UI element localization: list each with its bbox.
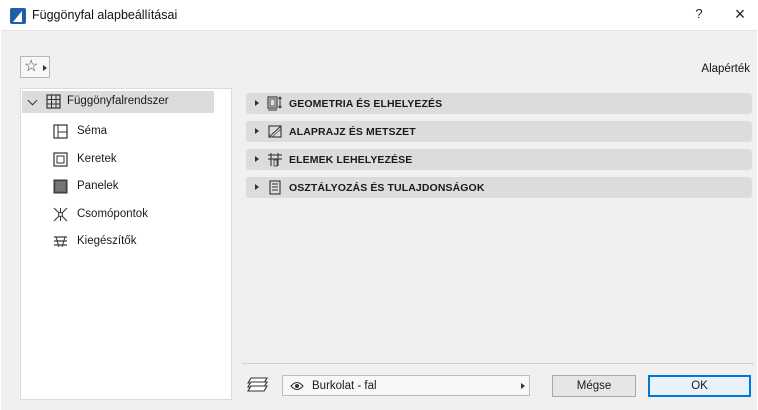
settings-tree: Függönyfalrendszer Séma Keretek Panelek — [20, 88, 232, 400]
frames-icon — [53, 152, 68, 167]
section-label: GEOMETRIA ÉS ELHELYEZÉS — [289, 98, 443, 110]
section-floorplan-section[interactable]: ALAPRAJZ ÉS METSZET — [246, 121, 752, 142]
layer-dropdown[interactable]: Burkolat - fal — [282, 375, 530, 396]
tree-item-accessories[interactable]: Kiegészítők — [53, 232, 223, 252]
tree-item-label: Panelek — [77, 180, 119, 192]
dropdown-arrow-icon — [521, 383, 525, 389]
default-label: Alapérték — [701, 63, 750, 75]
junctions-icon — [53, 207, 68, 222]
layer-icon — [247, 377, 268, 392]
tree-item-frames[interactable]: Keretek — [53, 150, 223, 170]
help-button[interactable]: ? — [690, 6, 708, 24]
section-label: ELEMEK LEHELYEZÉSE — [289, 154, 413, 166]
tree-item-label: Kiegészítők — [77, 235, 137, 247]
scheme-icon — [53, 124, 68, 139]
tree-item-label: Keretek — [77, 153, 117, 165]
star-icon: ☆ — [24, 58, 39, 75]
favorites-button[interactable]: ☆ — [20, 56, 50, 78]
close-button[interactable]: × — [728, 4, 752, 26]
app-icon — [10, 8, 26, 24]
tree-item-label: Séma — [77, 125, 108, 137]
section-classification-properties[interactable]: OSZTÁLYOZÁS ÉS TULAJDONSÁGOK — [246, 177, 752, 198]
tree-item-panels[interactable]: Panelek — [53, 177, 223, 197]
expand-arrow-icon[interactable] — [255, 128, 259, 134]
section-label: OSZTÁLYOZÁS ÉS TULAJDONSÁGOK — [289, 182, 485, 194]
tree-item-label: Függönyfalrendszer — [67, 95, 169, 107]
layer-name: Burkolat - fal — [312, 380, 377, 392]
eye-icon — [290, 381, 304, 391]
settings-panel: GEOMETRIA ÉS ELHELYEZÉS ALAPRAJZ ÉS METS… — [243, 88, 753, 400]
ok-button[interactable]: OK — [648, 375, 751, 397]
section-label: ALAPRAJZ ÉS METSZET — [289, 126, 416, 138]
tree-item-curtain-wall-system[interactable]: Függönyfalrendszer — [22, 91, 214, 113]
curtain-wall-icon — [46, 94, 61, 109]
floorplan-icon — [268, 125, 282, 138]
placement-icon — [268, 153, 282, 167]
classification-icon — [269, 180, 281, 195]
footer-divider — [242, 363, 754, 364]
expand-arrow-icon[interactable] — [255, 184, 259, 190]
tree-item-label: Csomópontok — [77, 208, 148, 220]
cancel-button[interactable]: Mégse — [552, 375, 636, 397]
accessories-icon — [54, 236, 67, 248]
tree-item-junctions[interactable]: Csomópontok — [53, 205, 223, 225]
expand-arrow-icon[interactable] — [255, 100, 259, 106]
title-bar: Függönyfal alapbeállításai ? × — [0, 0, 758, 30]
section-geometry-placement[interactable]: GEOMETRIA ÉS ELHELYEZÉS — [246, 93, 752, 114]
chevron-down-icon[interactable] — [27, 95, 38, 106]
geometry-icon — [267, 96, 282, 111]
window-title: Függönyfal alapbeállításai — [32, 8, 178, 22]
panels-icon — [53, 179, 68, 194]
expand-arrow-icon[interactable] — [255, 156, 259, 162]
section-element-placement[interactable]: ELEMEK LEHELYEZÉSE — [246, 149, 752, 170]
dropdown-arrow-icon — [43, 65, 47, 71]
tree-item-scheme[interactable]: Séma — [53, 122, 223, 142]
